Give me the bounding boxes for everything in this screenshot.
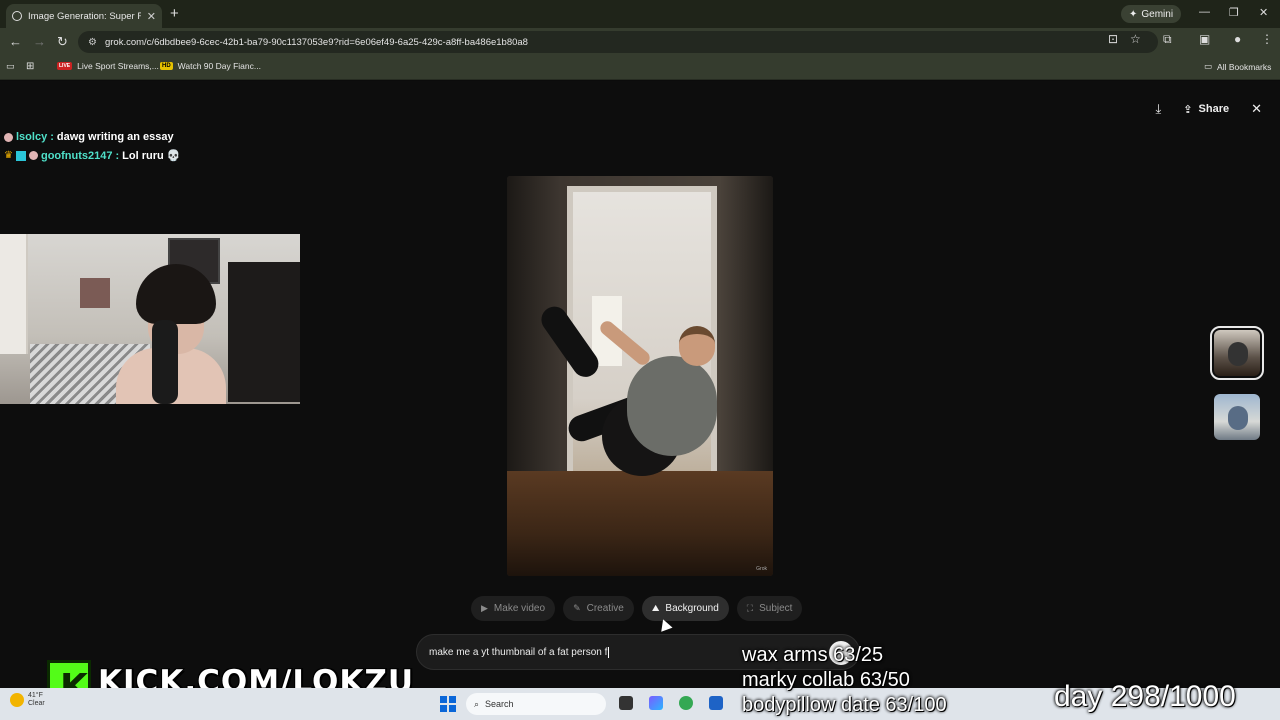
text-caret (608, 646, 610, 658)
thumbnail-selected[interactable] (1210, 326, 1264, 380)
back-icon[interactable]: ← (9, 34, 22, 49)
creative-chip[interactable]: ✎ Creative (563, 596, 634, 621)
tab-title: Image Generation: Super Fat Pe (28, 10, 141, 22)
falling-person-figure (536, 286, 747, 486)
focus-icon: ⛶ (746, 603, 754, 613)
bookmark-live-sport[interactable]: LIVE Live Sport Streams,... (57, 61, 159, 71)
live-badge-icon: LIVE (57, 62, 73, 70)
bookmark-label: Live Sport Streams,... (77, 61, 159, 71)
screen: Image Generation: Super Fat Pe ✕ + ✦ Gem… (0, 0, 1280, 720)
apps-grid-icon[interactable]: ⊞ (26, 61, 34, 72)
hd-badge-icon: HD (160, 62, 173, 70)
crown-badge-icon: ♛ (4, 150, 13, 161)
gemini-label: Gemini (1141, 8, 1174, 20)
goal-line: bodypillow date 63/100 (742, 694, 947, 716)
all-bookmarks[interactable]: ▭ All Bookmarks (1204, 61, 1271, 72)
gemini-button[interactable]: ✦ Gemini (1121, 5, 1182, 23)
reload-icon[interactable]: ↻ (57, 34, 68, 50)
menu-kebab-icon[interactable]: ⋮ (1261, 32, 1273, 46)
mountain-icon: ⛰ (651, 603, 660, 613)
restore-icon[interactable]: ❐ (1229, 6, 1239, 19)
search-icon: ⌕ (474, 698, 480, 709)
folder-icon: ▭ (1204, 61, 1213, 71)
chat-message: lsolcy: dawg writing an essay (4, 131, 304, 143)
user-badge-icon (4, 132, 13, 142)
moon-icon (10, 693, 24, 707)
sidebar-icon[interactable]: ▣ (1199, 32, 1210, 46)
weather-cond: Clear (28, 700, 45, 707)
skull-emoji-icon: 💀 (166, 150, 181, 162)
new-tab-icon[interactable]: + (170, 5, 179, 22)
browser-toolbar: ← → ↻ ⚙ grok.com/c/6dbdbee9-6cec-42b1-ba… (0, 28, 1280, 56)
share-icon: ⇪ (1183, 103, 1193, 116)
share-label: Share (1198, 103, 1230, 115)
browser-tab-bar: Image Generation: Super Fat Pe ✕ + ✦ Gem… (0, 0, 1280, 28)
extensions-icon[interactable]: ⧉ (1163, 32, 1172, 47)
all-bookmarks-label: All Bookmarks (1217, 61, 1272, 72)
make-video-chip[interactable]: ▶ Make video (471, 596, 556, 621)
browser-tab[interactable]: Image Generation: Super Fat Pe ✕ (6, 4, 162, 28)
weather-temp: 41°F (28, 692, 43, 699)
store-icon[interactable] (709, 696, 723, 710)
webcam-feed (0, 234, 300, 404)
bookmark-star-icon[interactable]: ☆ (1130, 32, 1141, 46)
user-badge-icon (28, 151, 38, 160)
viewer-actions: ⤓ ⇪ Share ✕ (1156, 101, 1262, 117)
forward-icon[interactable]: → (33, 34, 46, 49)
chip-label: Background (665, 603, 719, 614)
chat-message: ♛ goofnuts2147: Lol ruru 💀 (4, 149, 181, 163)
chat-username: goofnuts2147 (40, 149, 113, 162)
chrome-icon[interactable] (679, 696, 693, 710)
profile-avatar-icon[interactable]: ● (1234, 32, 1241, 46)
goal-line: wax arms 63/25 (742, 644, 884, 666)
bookmark-90-day[interactable]: HD Watch 90 Day Fianc... (160, 61, 261, 71)
goal-line: marky collab 63/50 (742, 669, 910, 691)
thumbnail-2[interactable] (1214, 394, 1260, 440)
bookmark-label: Watch 90 Day Fianc... (177, 61, 261, 71)
chat-text: dawg writing an essay (56, 131, 174, 143)
generated-image[interactable]: Grok (507, 176, 773, 576)
tab-close-icon[interactable]: ✕ (147, 10, 156, 23)
image-watermark: Grok (756, 566, 767, 572)
play-icon: ▶ (481, 603, 488, 613)
weather-widget[interactable]: 41°F Clear (10, 692, 45, 708)
chat-username: lsolcy (16, 131, 48, 143)
install-app-icon[interactable]: ⊡ (1108, 32, 1118, 46)
window-close-icon[interactable]: ✕ (1259, 6, 1268, 19)
stream-goals: wax arms 63/25 marky collab 63/50 bodypi… (742, 643, 947, 718)
chip-label: Make video (493, 603, 546, 614)
copilot-icon[interactable] (649, 696, 663, 710)
search-placeholder: Search (485, 699, 514, 709)
download-icon[interactable]: ⤓ (1156, 101, 1162, 117)
grok-favicon-icon (12, 11, 22, 21)
day-counter: day 298/1000 (1054, 680, 1236, 713)
stream-chat-overlay: lsolcy: dawg writing an essay ♛ goofnuts… (4, 131, 304, 168)
url-text: grok.com/c/6dbdbee9-6cec-42b1-ba79-90c11… (104, 36, 528, 48)
brush-icon: ✎ (573, 603, 581, 613)
taskbar-search[interactable]: ⌕ Search (466, 693, 606, 715)
bookmarks-bar: ▭ ⊞ LIVE Live Sport Streams,... HD Watch… (0, 56, 1280, 80)
windows-start-icon[interactable] (440, 696, 456, 712)
task-view-icon[interactable] (619, 696, 633, 710)
background-chip[interactable]: ⛰ Background (641, 596, 729, 621)
site-info-icon[interactable]: ⚙ (88, 37, 97, 48)
close-viewer-icon[interactable]: ✕ (1251, 101, 1262, 117)
microphone-icon (152, 320, 178, 404)
chip-label: Creative (586, 603, 624, 614)
sparkle-icon: ✦ (1129, 8, 1138, 20)
minimize-icon[interactable]: — (1199, 6, 1210, 18)
prompt-value: make me a yt thumbnail of a fat person f (429, 646, 608, 658)
subject-chip[interactable]: ⛶ Subject (736, 596, 803, 621)
reading-list-icon[interactable]: ▭ (6, 61, 15, 72)
chat-text: Lol ruru (122, 149, 164, 162)
subscriber-badge-icon (15, 150, 26, 161)
chip-label: Subject (759, 603, 793, 614)
image-action-chips: ▶ Make video ✎ Creative ⛰ Background ⛶ S… (471, 596, 803, 621)
share-button[interactable]: ⇪ Share (1183, 103, 1229, 116)
address-bar[interactable]: ⚙ grok.com/c/6dbdbee9-6cec-42b1-ba79-90c… (78, 31, 1158, 53)
